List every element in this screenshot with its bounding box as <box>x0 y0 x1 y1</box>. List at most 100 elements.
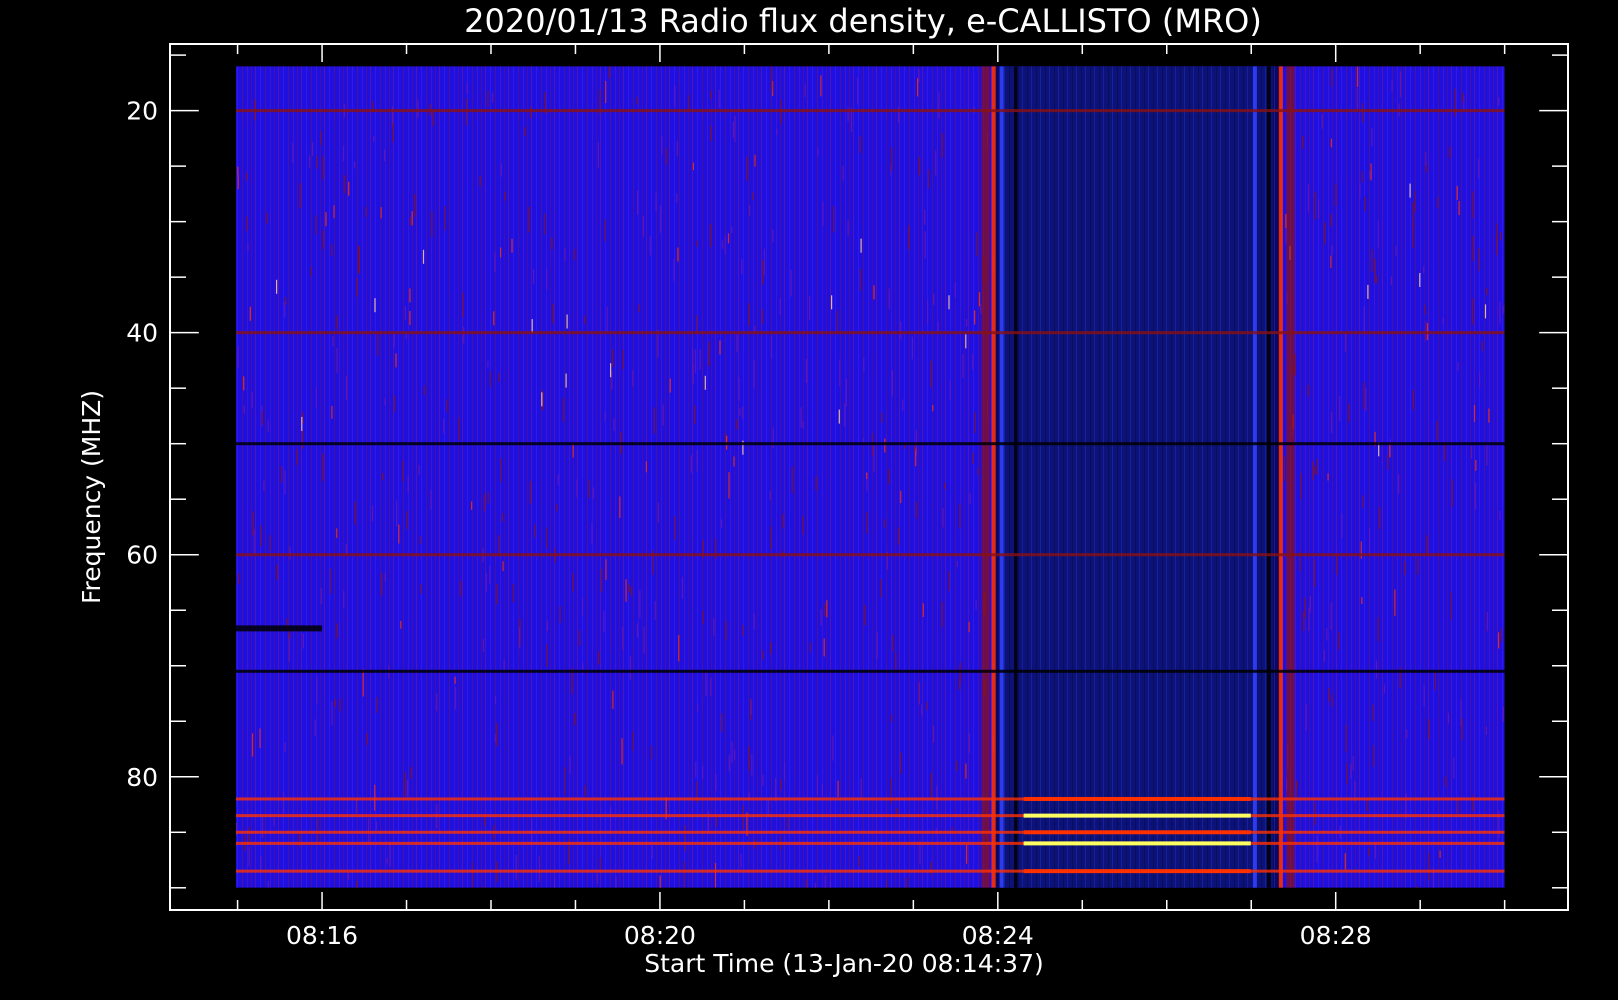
noise-streak <box>1404 561 1406 575</box>
noise-streak <box>1331 68 1333 87</box>
noise-streak <box>1434 671 1436 690</box>
noise-streak <box>572 573 574 592</box>
noise-streak <box>702 610 704 624</box>
noise-streak <box>315 387 317 409</box>
noise-streak <box>323 230 325 250</box>
noise-streak <box>1395 246 1397 256</box>
noise-streak <box>1356 66 1359 88</box>
noise-streak <box>483 494 485 511</box>
noise-streak <box>1424 304 1426 315</box>
interference-edge <box>1278 66 1283 888</box>
interference-edge <box>1266 66 1271 888</box>
noise-streak <box>941 133 943 158</box>
noise-streak <box>1324 222 1326 245</box>
noise-streak <box>482 886 484 888</box>
noise-streak <box>563 767 566 795</box>
noise-streak <box>1447 712 1449 724</box>
noise-streak <box>597 142 599 168</box>
noise-streak <box>373 135 375 143</box>
noise-streak <box>598 651 600 665</box>
noise-streak <box>315 215 317 235</box>
noise-streak <box>622 350 624 370</box>
noise-streak <box>842 165 844 181</box>
noise-streak <box>1406 729 1408 739</box>
noise-streak <box>921 704 923 716</box>
noise-streak <box>727 233 730 244</box>
interference-edge <box>991 66 996 888</box>
noise-streak <box>1345 724 1347 752</box>
noise-streak <box>753 613 755 630</box>
noise-streak <box>1375 660 1378 679</box>
interference-inner <box>1001 66 1273 888</box>
noise-streak <box>1335 183 1337 206</box>
noise-streak <box>833 206 835 233</box>
noise-streak <box>260 855 262 872</box>
noise-streak <box>770 642 772 655</box>
noise-streak <box>965 763 967 779</box>
noise-streak <box>692 349 694 377</box>
noise-streak <box>684 825 687 852</box>
noise-streak <box>406 779 408 798</box>
freq-line <box>235 797 1505 801</box>
noise-streak <box>402 460 404 482</box>
noise-streak <box>630 586 633 596</box>
noise-streak <box>814 882 817 888</box>
noise-streak <box>1283 456 1285 482</box>
freq-line <box>235 830 1505 834</box>
noise-streak <box>657 503 659 523</box>
noise-streak <box>524 127 526 136</box>
noise-streak <box>557 474 559 485</box>
x-tick-label: 08:24 <box>962 921 1034 950</box>
noise-streak <box>1461 718 1463 741</box>
noise-streak <box>1486 443 1488 466</box>
noise-streak <box>1426 535 1428 555</box>
noise-streak <box>462 292 464 318</box>
noise-streak <box>311 142 314 156</box>
noise-streak <box>800 407 802 428</box>
noise-streak <box>1399 71 1401 98</box>
noise-streak <box>1478 248 1480 272</box>
noise-streak <box>1442 318 1444 325</box>
noise-streak <box>1327 473 1329 481</box>
noise-streak <box>372 505 374 522</box>
noise-streak <box>1499 510 1501 520</box>
noise-streak <box>543 213 546 235</box>
noise-streak <box>659 205 662 233</box>
noise-streak <box>683 861 685 888</box>
noise-streak <box>365 206 367 217</box>
noise-streak <box>551 237 553 250</box>
noise-streak <box>310 266 312 277</box>
noise-streak <box>817 148 819 156</box>
noise-streak <box>386 857 388 865</box>
noise-streak <box>699 348 701 370</box>
noise-streak <box>821 784 823 797</box>
bright-speck <box>860 238 862 253</box>
bright-band <box>1023 841 1251 846</box>
noise-streak <box>911 336 913 360</box>
noise-streak <box>1331 412 1333 433</box>
noise-streak <box>968 621 970 633</box>
noise-streak <box>805 879 807 888</box>
noise-streak <box>935 150 937 176</box>
noise-streak <box>823 638 825 657</box>
noise-streak <box>1379 507 1381 530</box>
noise-streak <box>496 723 498 747</box>
noise-streak <box>377 331 379 356</box>
noise-streak <box>720 519 723 528</box>
noise-streak <box>895 652 897 672</box>
noise-streak <box>489 565 491 585</box>
noise-streak <box>1370 163 1372 181</box>
noise-streak <box>407 474 409 494</box>
noise-streak <box>708 341 710 367</box>
noise-streak <box>579 630 581 646</box>
noise-streak <box>622 627 624 650</box>
freq-line <box>235 442 1505 446</box>
noise-streak <box>1307 184 1309 212</box>
noise-streak <box>930 861 932 875</box>
noise-streak <box>1369 170 1371 179</box>
noise-streak <box>915 501 917 519</box>
bright-speck <box>422 249 425 264</box>
noise-streak <box>494 734 496 743</box>
noise-streak <box>1425 152 1427 166</box>
noise-streak <box>345 375 348 400</box>
